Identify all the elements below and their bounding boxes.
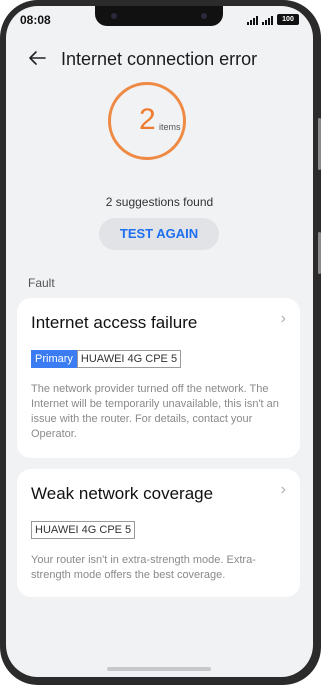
fault-description: Your router isn't in extra-strength mode…: [31, 554, 256, 581]
chevron-right-icon: ›: [280, 481, 286, 498]
fault-title: Weak network coverage: [31, 484, 214, 503]
device-tag: HUAWEI 4G CPE 5: [31, 521, 136, 539]
battery-icon: 100: [277, 14, 299, 25]
device-tags: Primary HUAWEI 4G CPE 5: [31, 350, 182, 368]
camera-notch: [95, 6, 223, 26]
phone-frame: 08:08 100 Internet connection error 2 it…: [0, 0, 321, 685]
status-bar: 08:08 100: [6, 6, 313, 32]
section-label-fault: Fault: [28, 276, 55, 290]
camera-icon: [201, 13, 207, 19]
status-icons: 100: [247, 14, 299, 25]
issue-count: 2: [139, 103, 156, 136]
home-indicator[interactable]: [107, 667, 211, 671]
test-again-button[interactable]: TEST AGAIN: [99, 218, 219, 250]
status-time: 08:08: [20, 13, 51, 27]
chevron-right-icon: ›: [280, 310, 286, 327]
fault-description: The network provider turned off the netw…: [31, 383, 279, 440]
device-tags: HUAWEI 4G CPE 5: [31, 521, 136, 539]
camera-icon: [111, 13, 117, 19]
primary-tag: Primary: [31, 350, 77, 368]
page-title: Internet connection error: [61, 49, 258, 69]
signal-icon: [247, 16, 258, 25]
fault-card-internet-access[interactable]: Internet access failure › Primary HUAWEI…: [17, 298, 300, 458]
signal-icon: [262, 16, 273, 25]
device-tag: HUAWEI 4G CPE 5: [76, 350, 182, 368]
fault-title: Internet access failure: [31, 313, 198, 332]
fault-card-weak-coverage[interactable]: Weak network coverage › HUAWEI 4G CPE 5 …: [17, 469, 300, 597]
screen: 08:08 100 Internet connection error 2 it…: [6, 6, 313, 677]
issue-count-unit: items: [159, 122, 181, 132]
back-arrow-icon[interactable]: [28, 50, 46, 66]
header: Internet connection error: [6, 40, 313, 80]
suggestions-text: 2 suggestions found: [105, 195, 214, 209]
issue-count-ring: 2 items: [108, 82, 186, 160]
